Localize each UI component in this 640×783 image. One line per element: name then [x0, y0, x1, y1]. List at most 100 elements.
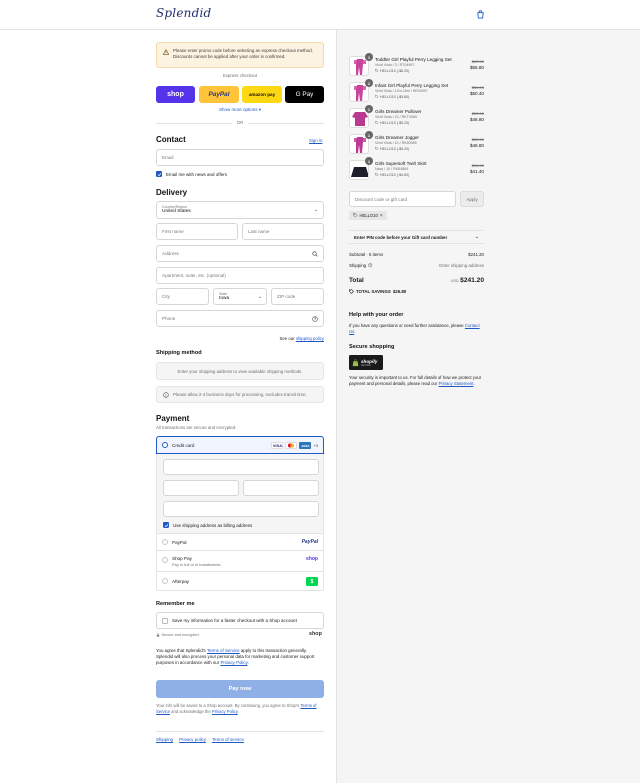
afterpay-radio[interactable] [162, 578, 168, 584]
afterpay-option[interactable]: Afterpay $ [156, 572, 324, 591]
shipping-value: Enter shipping address [439, 263, 484, 268]
paypal-radio[interactable] [162, 539, 168, 545]
shop-note-text-1: Your info will be saved to a Shop accoun… [156, 703, 300, 708]
shipping-policy-link[interactable]: shipping policy [296, 336, 324, 341]
billing-same-option[interactable]: Use shipping address as billing address [163, 522, 252, 528]
phone-placeholder: Phone [162, 316, 176, 321]
gift-card-pin-toggle[interactable]: Enter PIN code before your Gift card num… [349, 230, 484, 244]
discount-code-field[interactable]: Discount code or gift card [349, 191, 456, 207]
address-placeholder: Address [162, 251, 179, 256]
item-variant: Vivid Viola / 3 / RT04997 [375, 63, 415, 67]
secure-shopping-heading: Secure shopping [349, 344, 395, 350]
footer-privacy-link[interactable]: Privacy policy [179, 737, 206, 742]
shopping-bag-icon[interactable] [476, 10, 485, 19]
applied-code-tag: HELLO10 × [349, 211, 387, 220]
warning-icon [163, 49, 169, 55]
news-offers-checkbox[interactable] [156, 171, 162, 177]
email-field[interactable]: Email [156, 149, 324, 166]
secure-encrypted-note: Secure and encrypted [156, 633, 199, 637]
item-name: Toddler Girl Playful Perry Legging Set [375, 57, 452, 62]
express-checkout-label: Express checkout [223, 73, 257, 78]
paypal-logo-icon: PayPal [301, 539, 318, 545]
help-circle-icon[interactable] [312, 316, 318, 322]
chevron-down-icon: ⌄ [257, 294, 262, 300]
billing-same-label: Use shipping address as billing address [173, 522, 253, 528]
privacy-statement-link[interactable]: Privacy Statement [439, 381, 474, 386]
show-more-options-link[interactable]: Show more options ▾ [156, 107, 324, 113]
footer-terms-link[interactable]: Terms of service [212, 737, 244, 742]
terms-of-service-link[interactable]: Terms of Service [207, 648, 240, 653]
last-name-field[interactable]: Last name [242, 223, 324, 240]
credit-card-radio[interactable] [162, 442, 168, 448]
google-pay-express-button[interactable]: G Pay [285, 86, 324, 103]
item-discount: HELLO10 (-$4.60) [375, 173, 409, 177]
footer-shipping-link[interactable]: Shipping [156, 737, 173, 742]
check-icon [164, 523, 168, 527]
shop-pay-sublabel: Pay in full or in installments [172, 562, 221, 567]
splendid-logo[interactable]: Splendid [156, 6, 211, 20]
item-name: Girls Dreamer Jogger [375, 135, 419, 140]
tag-icon [375, 68, 379, 73]
amazon-pay-express-button[interactable]: amazon pay [242, 86, 282, 103]
remove-code-icon[interactable]: × [380, 213, 383, 219]
security-code-field[interactable] [243, 480, 319, 496]
pay-now-button[interactable]: Pay now [156, 680, 324, 698]
help-circle-icon[interactable] [368, 263, 373, 268]
item-discount-code: HELLO10 (-$4.60) [380, 172, 410, 177]
chevron-down-icon: ▾ [258, 107, 262, 112]
afterpay-logo-icon: $ [306, 577, 318, 586]
phone-field[interactable]: Phone [156, 310, 324, 327]
subtotal-value: $241.20 [468, 252, 484, 257]
item-discount: HELLO10 (-$6.20) [375, 69, 409, 73]
news-offers-option[interactable]: Email me with news and offers [156, 171, 227, 177]
more-cards-count: +3 [313, 443, 318, 448]
remember-me-heading: Remember me [156, 601, 195, 607]
expiration-field[interactable] [163, 480, 239, 496]
check-icon [157, 172, 161, 176]
credit-card-option[interactable]: Credit card VISA AMEX +3 [156, 436, 324, 454]
sign-in-link[interactable]: Sign in [309, 138, 322, 143]
address-field[interactable]: Address [156, 245, 324, 262]
secure-encrypted-text: Secure and encrypted [161, 633, 199, 637]
zip-code-field[interactable]: ZIP code [271, 288, 324, 305]
footer-divider [156, 731, 324, 732]
save-info-checkbox[interactable] [162, 617, 168, 624]
lock-icon [156, 633, 160, 637]
card-number-field[interactable] [163, 459, 319, 475]
shop-pay-option[interactable]: Shop Pay Pay in full or in installments … [156, 551, 324, 572]
shop-pay-radio[interactable] [162, 557, 168, 563]
paypal-option[interactable]: PayPal PayPal [156, 534, 324, 551]
terms-text-3: . [247, 660, 249, 666]
state-select[interactable]: State Iowa ⌄ [213, 288, 267, 305]
shop-privacy-link[interactable]: Privacy Policy [212, 709, 238, 714]
country-select[interactable]: Country/Region United States ⌄ [156, 201, 324, 219]
first-name-field[interactable]: First name [156, 223, 238, 240]
name-on-card-field[interactable] [163, 501, 319, 517]
apply-button[interactable]: Apply [460, 191, 484, 207]
cart-item: 1 Toddler Girl Playful Perry Legging Set… [349, 53, 484, 78]
applied-code-label: HELLO10 [359, 213, 378, 218]
shipping-policy-note: See our shipping policy [240, 336, 324, 341]
total-value: $241.20 [460, 277, 484, 284]
item-discount-code: HELLO10 (-$5.20) [380, 120, 410, 125]
help-heading: Help with your order [349, 312, 404, 318]
header: Splendid [0, 0, 640, 30]
help-text: If you have any questions or need furthe… [349, 323, 480, 334]
afterpay-label: Afterpay [172, 578, 190, 584]
terms-paragraph: You agree that Splendid's Terms of Servi… [156, 648, 324, 667]
subtotal-label: Subtotal · 5 items [349, 252, 384, 257]
item-variant: Navy / 10 / RK84884 [375, 167, 409, 171]
tag-icon [349, 289, 354, 294]
shipping-label: Shipping [349, 263, 367, 268]
apartment-field[interactable]: Apartment, suite, etc. (optional) [156, 267, 324, 284]
secure-shopping-text: Your security is important to us. For fu… [349, 375, 484, 387]
save-info-option[interactable]: Save my information for a faster checkou… [156, 612, 324, 629]
credit-card-label: Credit card [172, 442, 195, 448]
privacy-policy-link[interactable]: Privacy Policy [220, 660, 247, 665]
billing-same-checkbox[interactable] [163, 522, 169, 528]
shop-pay-express-button[interactable]: shop [156, 86, 195, 103]
paypal-express-button[interactable]: PayPal [199, 86, 239, 103]
item-discount: HELLO10 (-$5.60) [375, 95, 409, 99]
cart-item: 1 Infant Girl Playful Perry Legging Set … [349, 79, 484, 104]
city-field[interactable]: City [156, 288, 209, 305]
